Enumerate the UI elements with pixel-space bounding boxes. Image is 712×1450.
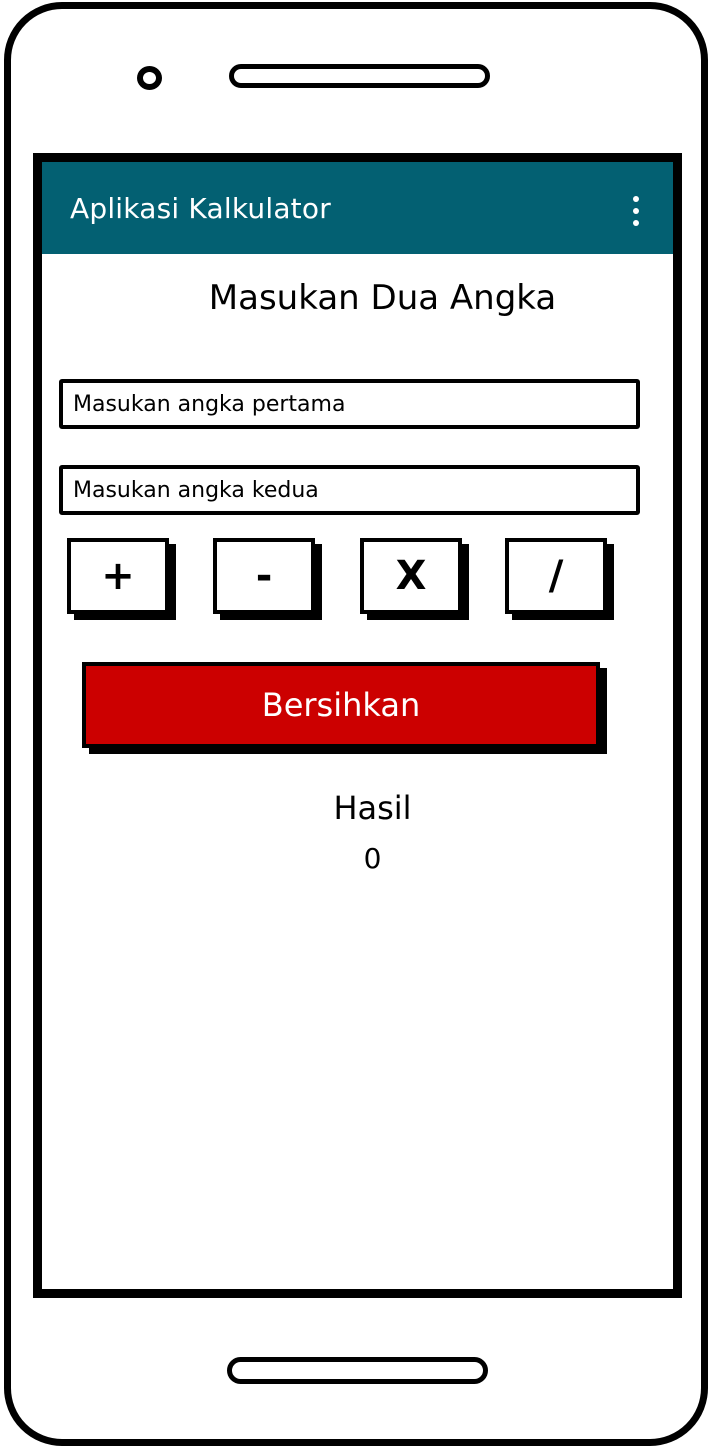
page-heading: Masukan Dua Angka <box>208 278 557 318</box>
first-number-input[interactable] <box>59 379 640 429</box>
home-button[interactable] <box>227 1357 488 1384</box>
menu-dot <box>633 208 639 214</box>
app-title: Aplikasi Kalkulator <box>70 192 331 225</box>
second-number-input[interactable] <box>59 465 640 515</box>
camera-icon <box>137 66 162 90</box>
menu-dot <box>633 196 639 202</box>
phone-screen: Aplikasi Kalkulator Masukan Dua Angka + … <box>33 153 682 1298</box>
result-value: 0 <box>363 842 382 875</box>
subtract-button[interactable]: - <box>213 538 315 614</box>
add-button[interactable]: + <box>67 538 169 614</box>
divide-button[interactable]: / <box>505 538 607 614</box>
app-bar: Aplikasi Kalkulator <box>42 162 673 254</box>
clear-button[interactable]: Bersihkan <box>82 662 600 748</box>
result-label: Hasil <box>333 789 412 827</box>
multiply-button[interactable]: X <box>360 538 462 614</box>
menu-dot <box>633 220 639 226</box>
more-vert-icon[interactable] <box>631 196 641 226</box>
speaker-grille <box>229 64 490 88</box>
